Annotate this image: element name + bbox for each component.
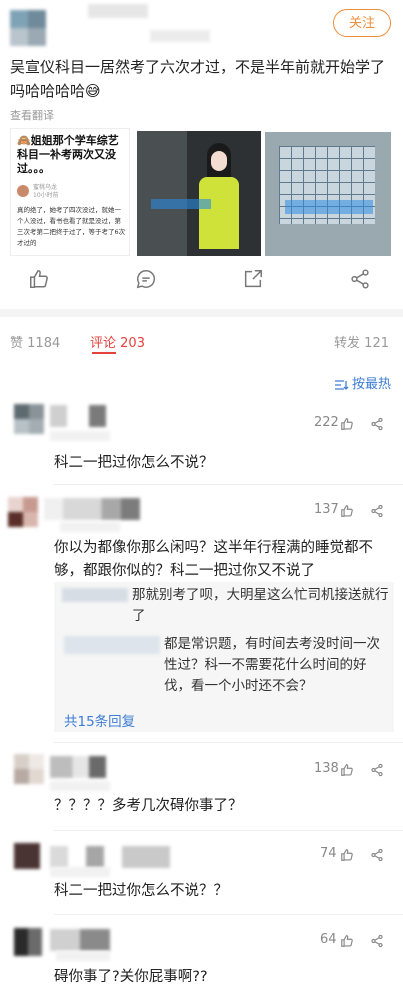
comment-like-count: 74 [320,846,337,861]
image1-time: 10小时前 [33,192,59,199]
more-replies-link[interactable]: 共15条回复 [64,710,135,730]
comment-avatar[interactable] [14,754,44,784]
comment-separator [54,830,403,831]
comment-share-icon[interactable] [370,417,384,431]
image1-title: 🙈姐姐那个学车综艺科目一补考两次又没过。。。 [17,134,119,175]
active-tab-indicator [92,352,116,354]
comment-time-redacted [60,522,120,532]
likes-label: 赞 [10,336,24,351]
comment-avatar[interactable] [14,928,42,956]
comments-label: 评论 [90,336,117,351]
author-name-redacted[interactable] [88,4,148,18]
comment-share-icon[interactable] [370,934,384,948]
translate-link[interactable]: 查看翻译 [10,107,54,123]
section-divider [0,309,403,317]
comment-like-icon[interactable] [340,417,354,431]
author-avatar[interactable] [10,10,46,46]
reply-author-redacted[interactable] [62,588,128,602]
comment-share-icon[interactable] [370,504,384,518]
comment-separator [54,484,403,485]
comment-share-icon[interactable] [370,763,384,777]
comment-separator [54,914,403,915]
comment-text: 科二一把过你怎么不说？ [54,455,214,471]
comment-avatar[interactable] [14,404,44,434]
image1-author: 蜜桃乌龙 [33,184,58,191]
comment-share-icon[interactable] [370,848,384,862]
comment-separator [54,742,403,743]
comment-time-redacted [50,431,110,441]
comment-like-icon[interactable] [340,848,354,862]
comment-like-count: 64 [320,932,337,947]
comment-text: 科二一把过你怎么不说？？ [54,883,228,899]
commenter-name-redacted[interactable] [50,405,106,427]
comment-icon[interactable] [135,268,157,290]
likes-count: 1184 [27,336,61,351]
comments-count: 203 [120,336,145,351]
like-icon[interactable] [28,268,50,290]
tab-reposts[interactable]: 转发 121 [334,332,389,351]
comment-avatar[interactable] [14,843,40,869]
comment-like-icon[interactable] [340,934,354,948]
comment-time-redacted [56,951,110,961]
commenter-name-redacted[interactable] [44,498,140,520]
comment-text: ？？？？多考几次碍你事了？ [54,798,243,814]
comment-like-icon[interactable] [340,763,354,777]
sort-label: 按最热 [351,377,391,392]
follow-button[interactable]: 关注 [333,9,391,37]
reposts-label: 转发 [334,336,361,351]
sort-selector[interactable]: 按最热 [334,373,391,392]
comment-like-count: 137 [314,502,339,517]
comment-like-icon[interactable] [340,504,354,518]
commenter-name-redacted[interactable] [50,756,106,778]
comment-like-count: 138 [314,761,339,776]
reply-author-redacted[interactable] [64,636,160,654]
tab-likes[interactable]: 赞 1184 [10,332,60,351]
post-text: 吴宣仪科目一居然考了六次才过，不是半年前就开始学了吗哈哈哈哈😅 [10,58,386,100]
reply-text: 那就别考了呗，大明星这么忙司机接送就行了 [132,587,389,624]
comment-text: 碍你事了?关你屁事啊?? [54,969,208,985]
share-icon[interactable] [349,268,371,290]
reply-text: 都是常识题，有时间去考没时间一次性过？科一不需要花什么时间的好伐，看一个小时还不… [164,636,380,694]
comment-time-redacted [50,781,110,791]
image1-body: 真的绝了，她考了四次没过，就她一个人没过，看书也看了就是没过，第三次考第二把终于… [17,206,126,247]
image1-author-avatar [17,185,29,197]
post-action-bar [0,268,403,294]
comment-time-redacted [50,867,110,877]
commenter-name-redacted[interactable] [50,846,170,868]
comment-text: 你以为都像你那么闲吗？这半年行程满的睡觉都不够，都跟你似的？科二一把过你又不说了 [54,540,373,579]
reposts-count: 121 [364,336,389,351]
post-image-1[interactable]: 🙈姐姐那个学车综艺科目一补考两次又没过。。。 蜜桃乌龙 10小时前 真的绝了，她… [10,128,130,256]
post-time-redacted [150,30,210,42]
commenter-name-redacted[interactable] [50,929,110,951]
sort-icon [334,379,349,390]
comment-like-count: 222 [314,415,339,430]
post-image-3[interactable] [265,132,391,256]
tab-comments[interactable]: 评论 203 [90,332,145,351]
post-image-2[interactable] [137,131,261,256]
repost-icon[interactable] [242,268,264,290]
stats-tabs: 赞 1184 评论 203 转发 121 [0,330,403,354]
comment-avatar[interactable] [8,497,38,527]
